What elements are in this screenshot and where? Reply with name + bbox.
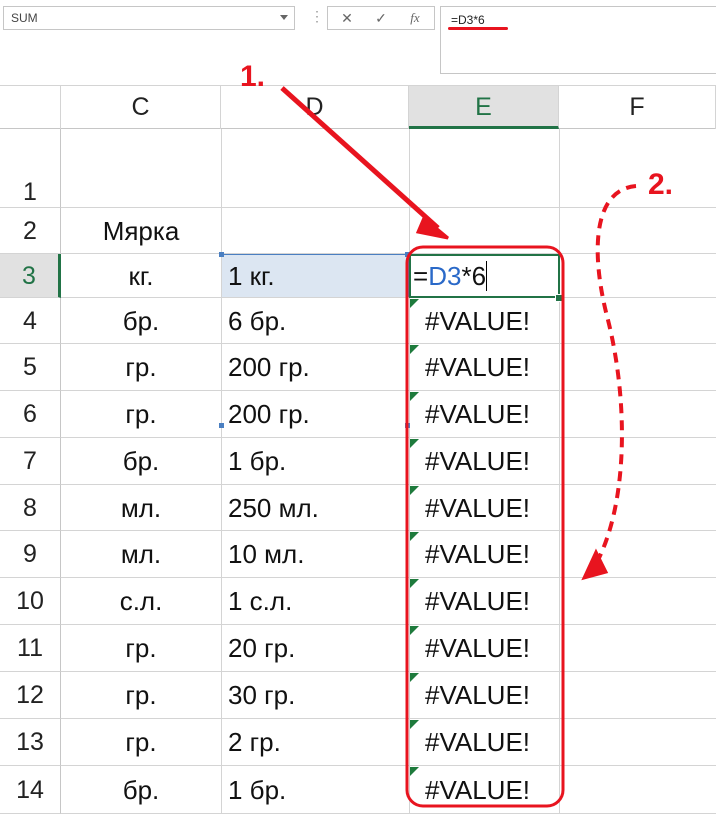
cell-d14[interactable]: 1 бр.: [228, 766, 286, 814]
cell-d12[interactable]: 30 гр.: [228, 672, 295, 719]
spreadsheet-grid[interactable]: Мярка кг. 1 кг. бр. 6 бр. #VALUE! гр. 200 гр. #V…: [61, 129, 716, 814]
row-header-14[interactable]: 14: [0, 766, 61, 814]
cell-e12[interactable]: #VALUE!: [425, 672, 530, 719]
enter-icon[interactable]: ✓: [366, 9, 396, 27]
cancel-icon[interactable]: ✕: [332, 9, 362, 27]
error-indicator-icon[interactable]: [410, 720, 419, 729]
row-header-5[interactable]: 5: [0, 344, 61, 391]
cell-e11[interactable]: #VALUE!: [425, 625, 530, 672]
error-indicator-icon[interactable]: [410, 767, 419, 776]
chevron-down-icon[interactable]: [280, 15, 288, 20]
cell-d9[interactable]: 10 мл.: [228, 531, 304, 578]
formula-equals: =: [413, 261, 429, 291]
cell-e13[interactable]: #VALUE!: [425, 719, 530, 766]
formula-reference: D3: [428, 261, 462, 291]
text-caret: [486, 261, 487, 291]
fill-handle[interactable]: [555, 294, 563, 302]
error-indicator-icon[interactable]: [410, 486, 419, 495]
error-indicator-icon[interactable]: [410, 673, 419, 682]
name-box-value: SUM: [11, 11, 38, 25]
cell-d8[interactable]: 250 мл.: [228, 485, 319, 531]
formula-buttons: ✕ ✓ fx: [327, 6, 435, 30]
cell-d5[interactable]: 200 гр.: [228, 344, 310, 391]
cell-d4[interactable]: 6 бр.: [228, 298, 286, 344]
error-indicator-icon[interactable]: [410, 626, 419, 635]
row-header-9[interactable]: 9: [0, 531, 61, 578]
column-headers: C D E F: [0, 85, 716, 129]
row-header-7[interactable]: 7: [0, 438, 61, 485]
row-header-2[interactable]: 2: [0, 208, 61, 254]
more-dots-icon: ⋮: [310, 8, 324, 24]
error-indicator-icon[interactable]: [410, 439, 419, 448]
cell-d6[interactable]: 200 гр.: [228, 391, 310, 438]
row-header-4[interactable]: 4: [0, 298, 61, 344]
cell-e14[interactable]: #VALUE!: [425, 766, 530, 814]
cell-e5[interactable]: #VALUE!: [425, 344, 530, 391]
cell-c9[interactable]: мл.: [61, 531, 221, 578]
cell-c2[interactable]: Мярка: [61, 208, 221, 254]
cell-e9[interactable]: #VALUE!: [425, 531, 530, 578]
cell-c11[interactable]: гр.: [61, 625, 221, 672]
formula-underline-annotation: [448, 27, 508, 30]
column-header-e[interactable]: E: [409, 86, 559, 129]
cell-c7[interactable]: бр.: [61, 438, 221, 485]
name-box[interactable]: SUM: [3, 6, 295, 30]
column-header-f[interactable]: F: [559, 86, 716, 129]
cell-d13[interactable]: 2 гр.: [228, 719, 281, 766]
cell-e6[interactable]: #VALUE!: [425, 391, 530, 438]
error-indicator-icon[interactable]: [410, 392, 419, 401]
cell-e8[interactable]: #VALUE!: [425, 485, 530, 531]
cell-c1[interactable]: [61, 129, 221, 208]
reference-corner-handle[interactable]: [219, 423, 224, 428]
cell-c4[interactable]: бр.: [61, 298, 221, 344]
cell-e7[interactable]: #VALUE!: [425, 438, 530, 485]
cell-c6[interactable]: гр.: [61, 391, 221, 438]
error-indicator-icon[interactable]: [410, 532, 419, 541]
formula-operator: *: [461, 261, 472, 291]
row-header-11[interactable]: 11: [0, 625, 61, 672]
annotation-step-1: 1.: [240, 60, 266, 93]
cell-c3[interactable]: кг.: [61, 254, 221, 298]
row-header-12[interactable]: 12: [0, 672, 61, 719]
grid-column-line: [409, 129, 410, 814]
reference-corner-handle[interactable]: [219, 252, 224, 257]
insert-function-icon[interactable]: fx: [400, 9, 430, 27]
cell-c10[interactable]: с.л.: [61, 578, 221, 625]
cell-c14[interactable]: бр.: [61, 766, 221, 814]
cell-d10[interactable]: 1 с.л.: [228, 578, 292, 625]
formula-input[interactable]: =D3*6: [440, 6, 716, 74]
error-indicator-icon[interactable]: [410, 299, 419, 308]
cell-e10[interactable]: #VALUE!: [425, 578, 530, 625]
cell-d11[interactable]: 20 гр.: [228, 625, 295, 672]
cell-e4[interactable]: #VALUE!: [425, 298, 530, 344]
cell-formula: =D3*6: [413, 254, 486, 298]
grid-column-line: [221, 129, 222, 814]
cell-c13[interactable]: гр.: [61, 719, 221, 766]
cell-d7[interactable]: 1 бр.: [228, 438, 286, 485]
formula-bar-area: SUM ⋮ ✕ ✓ fx =D3*6: [0, 0, 716, 75]
error-indicator-icon[interactable]: [410, 579, 419, 588]
corner-select-all[interactable]: [0, 86, 61, 129]
row-header-10[interactable]: 10: [0, 578, 61, 625]
cell-c8[interactable]: мл.: [61, 485, 221, 531]
error-indicator-icon[interactable]: [410, 345, 419, 354]
cell-d3[interactable]: 1 кг.: [228, 254, 275, 298]
cell-c5[interactable]: гр.: [61, 344, 221, 391]
annotation-step-2: 2.: [648, 168, 674, 201]
row-header-13[interactable]: 13: [0, 719, 61, 766]
column-header-c[interactable]: C: [61, 86, 221, 129]
grid-column-line: [559, 129, 560, 814]
row-header-6[interactable]: 6: [0, 391, 61, 438]
formula-text: =D3*6: [451, 13, 485, 27]
reference-corner-handle[interactable]: [405, 423, 410, 428]
row-header-8[interactable]: 8: [0, 485, 61, 531]
row-header-1[interactable]: 1: [0, 129, 61, 208]
formula-number: 6: [471, 261, 487, 291]
row-header-3[interactable]: 3: [0, 254, 61, 298]
cell-c12[interactable]: гр.: [61, 672, 221, 719]
